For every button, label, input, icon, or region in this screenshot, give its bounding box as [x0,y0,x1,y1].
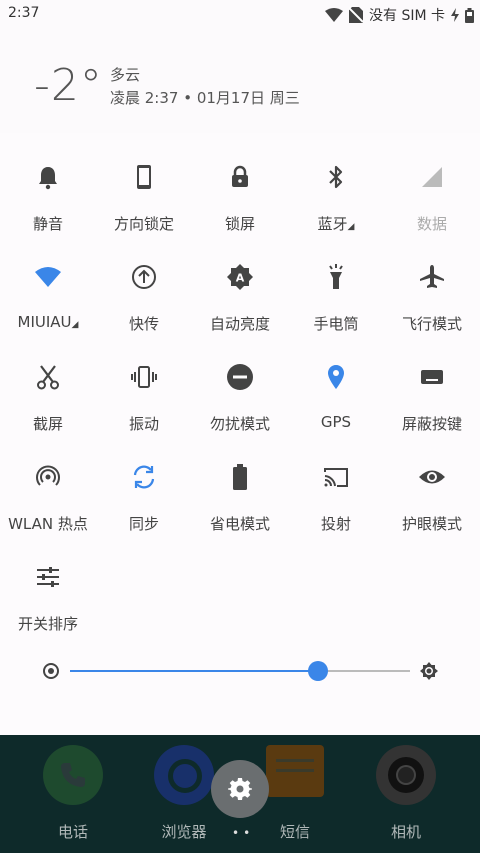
tile-label: 静音 [32,215,63,233]
page-indicator: •• [232,826,255,840]
tile-label: 开关排序 [17,615,78,633]
location-pin-icon [328,365,344,389]
quick-settings-panel: 静音 方向锁定 锁屏 蓝牙◢ 数据 MIUIAU◢ 快传 A 自动亮度 手电筒 … [0,133,480,735]
tile-auto-brightness[interactable]: A 自动亮度 [192,233,288,333]
tile-label: 省电模式 [209,515,270,533]
tile-label: 手电筒 [313,315,359,333]
tile-label: 勿扰模式 [209,415,270,433]
tile-vibrate[interactable]: 振动 [96,333,192,433]
tile-label: 数据 [416,215,447,233]
tile-cast[interactable]: 投射 [288,433,384,533]
upload-icon [132,265,156,289]
tile-airplane-mode[interactable]: 飞行模式 [384,233,480,333]
settings-button[interactable] [211,760,269,818]
camera-icon [376,745,436,805]
tile-mobile-data[interactable]: 数据 [384,133,480,233]
tile-label: MIUIAU◢ [17,313,79,331]
brightness-slider[interactable] [0,645,480,695]
status-bar: 2:37 没有 SIM 卡 [0,0,480,28]
keyboard-icon [421,370,443,384]
dock-label: 短信 [279,823,310,841]
sync-icon [133,465,155,489]
tile-label: 截屏 [32,415,63,433]
brightness-low-icon [43,663,59,679]
sliders-icon [37,567,59,587]
tile-battery-saver[interactable]: 省电模式 [192,433,288,533]
message-icon [266,745,324,797]
tile-label: 屏蔽按键 [401,415,462,433]
do-not-disturb-icon [227,364,253,390]
wifi-icon [35,267,61,287]
brightness-high-icon [420,662,438,680]
tile-label: 快传 [128,315,159,333]
tile-screenshot[interactable]: 截屏 [0,333,96,433]
tile-sync[interactable]: 同步 [96,433,192,533]
tile-wlan-hotspot[interactable]: WLAN 热点 [0,433,96,533]
tile-mute[interactable]: 静音 [0,133,96,233]
gear-icon [228,778,252,800]
tile-lock-screen[interactable]: 锁屏 [192,133,288,233]
carrier-text: 没有 SIM 卡 [369,8,445,24]
tile-label: 护眼模式 [401,515,462,533]
dock-app-phone[interactable]: 电话 [25,735,121,842]
status-time: 2:37 [8,5,40,21]
date-time: 凌晨 2:37 • 01月17日 周三 [110,89,300,107]
cast-icon [324,468,348,487]
eye-icon [419,470,445,484]
tile-block-buttons[interactable]: 屏蔽按键 [384,333,480,433]
phone-icon [43,745,103,805]
tile-label: 方向锁定 [113,215,174,233]
bluetooth-icon [329,165,343,189]
charging-icon [451,8,459,22]
tile-gps[interactable]: GPS [288,333,384,433]
slider-fill [70,670,319,672]
tile-flashlight[interactable]: 手电筒 [288,233,384,333]
no-sim-icon [349,7,363,23]
battery-saver-icon [233,464,247,490]
phone-portrait-icon [137,165,151,189]
scissors-icon [37,365,59,390]
tile-reorder-toggles[interactable]: 开关排序 [0,533,96,633]
browser-icon [154,745,214,805]
expand-arrow-icon: ◢ [71,320,79,330]
weather-condition: 多云 [110,66,141,84]
tile-bluetooth[interactable]: 蓝牙◢ [288,133,384,233]
expand-arrow-icon: ◢ [347,222,355,232]
tile-label: 投射 [320,515,351,533]
dock-app-camera[interactable]: 相机 [358,735,454,842]
tile-label: WLAN 热点 [8,515,88,533]
weather-header: -2° 多云 凌晨 2:37 • 01月17日 周三 [0,28,480,133]
dock-label: 电话 [57,823,88,841]
flashlight-icon [329,264,343,289]
hotspot-icon [36,465,60,486]
tile-label: GPS [320,413,352,431]
tile-label: 飞行模式 [401,315,462,333]
status-icons: 没有 SIM 卡 [325,5,474,25]
bell-icon [39,167,57,190]
tile-label: 同步 [128,515,159,533]
cell-signal-icon [422,167,442,187]
tile-rotation-lock[interactable]: 方向锁定 [96,133,192,233]
lock-icon [232,165,248,187]
vibrate-icon [131,366,157,388]
tile-do-not-disturb[interactable]: 勿扰模式 [192,333,288,433]
tile-label: 振动 [128,415,159,433]
auto-brightness-icon: A [227,264,253,290]
wifi-icon [325,8,343,22]
temperature: -2° [34,60,103,111]
slider-thumb[interactable] [308,661,329,681]
svg-text:A: A [236,272,245,285]
tile-label: 自动亮度 [209,315,270,333]
tile-eye-care[interactable]: 护眼模式 [384,433,480,533]
tile-wifi[interactable]: MIUIAU◢ [0,233,96,333]
tile-quick-transfer[interactable]: 快传 [96,233,192,333]
battery-icon [465,7,474,23]
tile-label: 锁屏 [224,215,255,233]
tile-label: 蓝牙◢ [317,215,355,233]
airplane-icon [420,265,444,288]
dock-label: 浏览器 [161,823,207,841]
dock-label: 相机 [390,823,421,841]
